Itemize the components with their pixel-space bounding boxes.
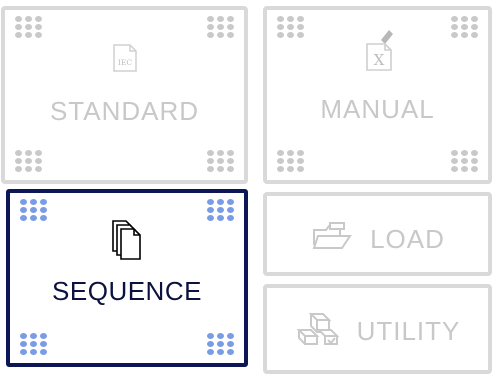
load-tile[interactable]: LOAD bbox=[263, 192, 492, 276]
standard-tile[interactable]: IEC STANDARD bbox=[1, 6, 248, 184]
manual-label: MANUAL bbox=[320, 94, 435, 124]
manual-icon-text: X bbox=[373, 51, 384, 69]
dot-grid-decoration bbox=[20, 199, 47, 221]
load-label: LOAD bbox=[370, 224, 445, 254]
iec-icon-text: IEC bbox=[117, 58, 131, 67]
dot-grid-decoration bbox=[20, 333, 47, 355]
dot-grid-decoration bbox=[207, 333, 234, 355]
manual-pencil-doc-icon: X bbox=[361, 28, 395, 76]
load-row: LOAD bbox=[267, 220, 488, 259]
dot-grid-decoration bbox=[15, 16, 42, 38]
sequence-tile[interactable]: SEQUENCE bbox=[6, 189, 248, 367]
sequence-label: SEQUENCE bbox=[52, 276, 202, 306]
dot-grid-decoration bbox=[451, 16, 478, 38]
blocks-icon bbox=[295, 310, 343, 353]
utility-tile[interactable]: UTILITY bbox=[263, 284, 492, 374]
standard-label: STANDARD bbox=[49, 96, 200, 126]
dot-grid-decoration bbox=[207, 16, 234, 38]
folder-open-icon bbox=[310, 220, 356, 259]
manual-tile[interactable]: X MANUAL bbox=[263, 6, 492, 184]
stacked-pages-icon bbox=[110, 217, 144, 265]
iec-document-icon: IEC bbox=[112, 44, 138, 76]
dot-grid-decoration bbox=[207, 199, 234, 221]
dot-grid-decoration bbox=[277, 150, 304, 172]
dot-grid-decoration bbox=[207, 150, 234, 172]
utility-row: UTILITY bbox=[267, 310, 488, 353]
dot-grid-decoration bbox=[277, 16, 304, 38]
dot-grid-decoration bbox=[15, 150, 42, 172]
dot-grid-decoration bbox=[451, 150, 478, 172]
utility-label: UTILITY bbox=[356, 316, 461, 346]
